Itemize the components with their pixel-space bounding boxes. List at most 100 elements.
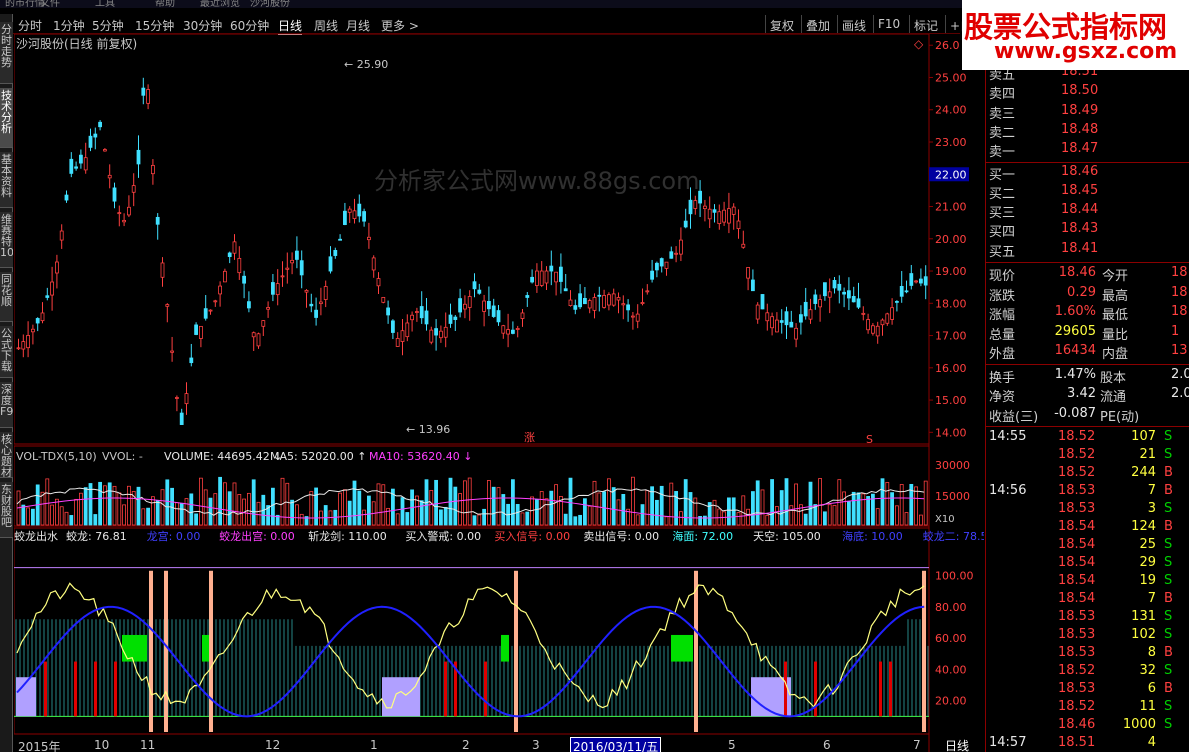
peak-bar: [209, 570, 213, 732]
volume-bar: [280, 477, 285, 526]
side-tab[interactable]: 核心题材: [0, 432, 13, 478]
tick-row: 124: [1131, 519, 1156, 534]
side-tab[interactable]: 同花顺: [0, 272, 13, 322]
candle: [578, 293, 582, 308]
candle: [760, 294, 765, 310]
side-tab[interactable]: 技术分析: [0, 88, 13, 148]
stats-field: 股本: [1100, 370, 1127, 386]
candle: [419, 306, 424, 319]
period-tab[interactable]: 5分钟: [92, 17, 124, 34]
stats-field: 2.0: [1171, 366, 1189, 382]
date-axis-label: 7: [913, 738, 921, 752]
volume-bar: [299, 513, 304, 526]
volume-bar: [583, 498, 587, 526]
toolbar-button[interactable]: 叠加: [801, 15, 834, 33]
tick-row: 18.52: [1058, 465, 1096, 480]
candle: [909, 273, 914, 286]
volume-bar: [554, 484, 558, 526]
candle: [602, 295, 606, 308]
chart-area[interactable]: 沙河股份(日线 前复权) ◇ 分析家公式网www.88gs.com 26.0 25.00…: [14, 34, 984, 752]
side-tab[interactable]: 维赛特10: [0, 212, 13, 268]
period-tab[interactable]: 周线: [314, 17, 338, 34]
volume-bar: [467, 477, 472, 526]
tick-row: 18.52: [1058, 429, 1096, 444]
period-tab[interactable]: 分时: [18, 17, 42, 34]
candle: [837, 283, 842, 291]
quote-field: 内盘: [1102, 347, 1129, 362]
tick-row: 18.52: [1058, 699, 1096, 714]
candle: [290, 259, 295, 264]
candle: [698, 190, 702, 204]
volume-bar: [45, 478, 50, 526]
ask-level: 卖一: [989, 145, 1016, 161]
menu-item[interactable]: 最近浏览: [200, 0, 240, 8]
period-tab[interactable]: 1分钟: [53, 17, 85, 34]
toolbar-button[interactable]: 标记: [909, 15, 942, 33]
candle: [923, 276, 928, 286]
toolbar-button[interactable]: 画线: [837, 15, 870, 33]
volume-bar: [491, 486, 496, 526]
candle: [347, 208, 352, 213]
volume-bar: [755, 480, 760, 526]
signal-block: [671, 634, 693, 662]
volume-bar: [789, 505, 794, 526]
period-tab[interactable]: 月线: [346, 17, 370, 34]
quote-field: 18.46: [1058, 265, 1096, 280]
candle: [371, 257, 376, 271]
candle: [669, 251, 674, 259]
candle: [717, 211, 722, 225]
side-tab[interactable]: 公式下载: [0, 326, 13, 378]
candle: [136, 149, 141, 165]
side-tab[interactable]: 深度F9: [0, 382, 13, 428]
volume-bar: [314, 487, 319, 526]
price-axis-label: 15.00: [935, 394, 967, 407]
period-tab[interactable]: 60分钟: [230, 17, 269, 34]
volume-bar: [616, 499, 621, 526]
side-tab[interactable]: 东财股吧: [0, 482, 13, 538]
menu-item[interactable]: 帮助: [155, 0, 175, 8]
candle: [693, 200, 698, 209]
candle: [655, 262, 659, 271]
indicator-name: 蛟龙出水: [14, 529, 58, 543]
candle: [880, 319, 885, 326]
period-tab[interactable]: 30分钟: [183, 17, 222, 34]
stats-field: 换手: [989, 370, 1016, 386]
candle: [885, 313, 890, 324]
menu-item[interactable]: 文件: [40, 0, 60, 8]
side-tab[interactable]: 基本资料: [0, 152, 13, 208]
volume-bar: [823, 511, 827, 526]
candle: [141, 87, 146, 96]
volume-bar: [64, 511, 69, 526]
volume-bar: [405, 512, 410, 526]
day-period-button[interactable]: 日线: [945, 737, 969, 752]
volume-bar: [587, 505, 592, 526]
volume-bar: [26, 507, 31, 526]
candle: [189, 357, 194, 364]
side-tab[interactable]: 分时走势: [0, 22, 13, 84]
volume-bar: [861, 493, 866, 526]
candle: [583, 298, 587, 305]
toolbar-button[interactable]: 复权: [765, 15, 798, 33]
period-tab[interactable]: 15分钟: [135, 17, 174, 34]
candle: [26, 335, 31, 349]
period-tab[interactable]: 日线: [278, 17, 303, 35]
volume-bar: [218, 476, 223, 526]
candle: [626, 304, 630, 311]
period-tab[interactable]: 更多 >: [381, 17, 419, 34]
jiaolong-line: [16, 582, 925, 709]
date-axis-label: 1: [370, 738, 378, 752]
tick-row: S: [1164, 627, 1173, 642]
trading-window: 的市行情 文件 工具 帮助 最近浏览 沙河股份 分时 1分钟 5分钟 15分钟 30分钟 60分钟日…: [0, 0, 1189, 752]
candle: [544, 270, 549, 284]
candle: [122, 219, 126, 223]
menu-item[interactable]: 的市行情: [5, 0, 45, 8]
menu-item[interactable]: 工具: [95, 0, 115, 8]
tick-row: 25: [1139, 537, 1156, 552]
volume-axis-label: 30000: [935, 459, 970, 472]
candle: [45, 295, 50, 298]
menu-item[interactable]: 沙河股份: [250, 0, 290, 8]
quote-divider: [986, 262, 1189, 263]
tick-row: B: [1164, 519, 1173, 534]
candle: [784, 311, 789, 326]
toolbar-button[interactable]: F10: [873, 15, 904, 33]
